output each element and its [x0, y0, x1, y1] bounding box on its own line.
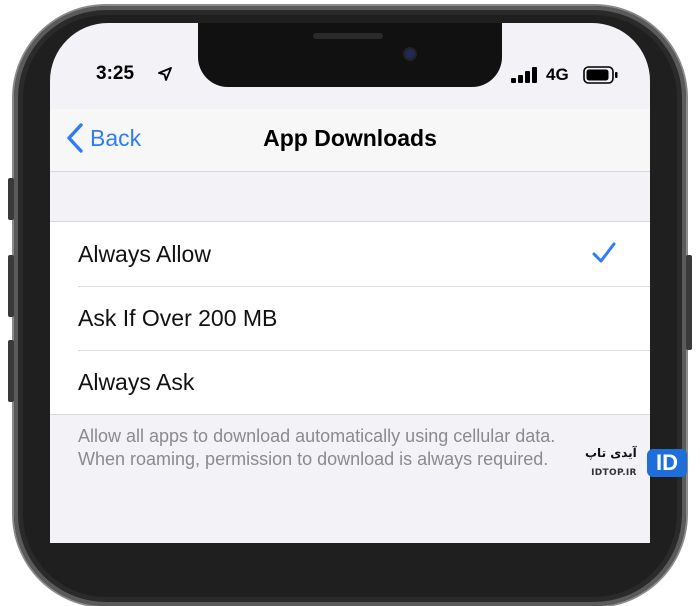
footer-line-2: When roaming, permission to download is … — [78, 449, 549, 469]
notch — [198, 23, 502, 87]
option-ask-if-over-200mb[interactable]: Ask If Over 200 MB — [50, 286, 650, 350]
network-type: 4G — [546, 65, 569, 84]
option-always-ask[interactable]: Always Ask — [50, 350, 650, 414]
watermark-persian: آیدی تاپ — [585, 446, 637, 460]
front-camera — [405, 49, 415, 59]
location-arrow-icon — [158, 67, 172, 81]
phone-screen: 3:25 4G Back App Downloads Always Allow — [50, 23, 650, 543]
watermark-domain: IDTOP.IR — [591, 468, 637, 478]
power-button — [686, 255, 692, 350]
option-label: Always Ask — [78, 368, 195, 395]
speaker-grille — [313, 33, 383, 39]
battery-icon — [583, 66, 618, 84]
footer-line-1: Allow all apps to download automatically… — [78, 426, 556, 446]
footer-description: Allow all apps to download automatically… — [78, 425, 638, 471]
watermark-text: آیدی تاپ IDTOP.IR — [585, 446, 637, 479]
status-time: 3:25 — [96, 63, 135, 84]
option-always-allow[interactable]: Always Allow — [50, 222, 650, 286]
page-title: App Downloads — [263, 125, 437, 151]
navigation-bar: Back App Downloads — [50, 109, 650, 172]
download-options-list: Always Allow Ask If Over 200 MB Always A… — [50, 221, 650, 415]
volume-down-button — [8, 340, 14, 402]
mute-switch — [8, 178, 14, 220]
cellular-signal-icon — [511, 67, 537, 83]
option-label: Ask If Over 200 MB — [78, 304, 278, 331]
volume-up-button — [8, 255, 14, 317]
checkmark-icon — [592, 242, 616, 263]
watermark-logo: ID — [647, 449, 687, 477]
option-label: Always Allow — [78, 240, 211, 267]
